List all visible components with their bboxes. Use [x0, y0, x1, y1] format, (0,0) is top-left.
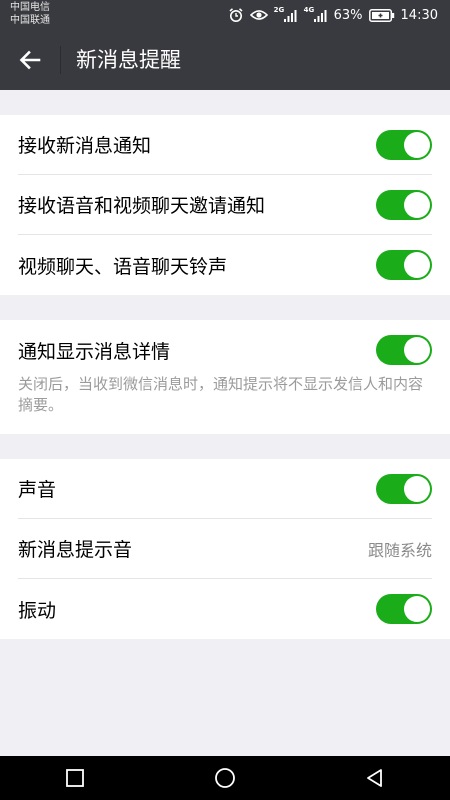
status-bar: 中国电信 中国联通 2G 4G 63% 14:30 — [0, 0, 450, 30]
setting-label: 振动 — [18, 599, 57, 622]
system-nav-bar — [0, 756, 450, 800]
new-message-toggle[interactable] — [376, 129, 432, 160]
carrier-2: 中国联通 — [10, 15, 50, 26]
eye-icon — [249, 8, 268, 22]
setting-label: 接收语音和视频聊天邀请通知 — [18, 195, 266, 217]
circle-icon — [215, 768, 235, 788]
carrier-info: 中国电信 中国联通 — [10, 1, 50, 27]
setting-row-call-invite: 接收语音和视频聊天邀请通知 — [18, 175, 432, 235]
setting-row-ringtone: 视频聊天、语音聊天铃声 — [18, 235, 432, 295]
setting-label: 通知显示消息详情 — [18, 340, 171, 363]
setting-label: 接收新消息通知 — [18, 135, 152, 157]
battery-icon — [368, 8, 395, 22]
setting-label: 视频聊天、语音聊天铃声 — [18, 255, 228, 278]
setting-row-sound: 声音 — [18, 459, 432, 519]
setting-row-show-details: 通知显示消息详情 — [18, 320, 432, 380]
recent-apps-button[interactable] — [45, 756, 105, 800]
toggle-knob — [404, 596, 430, 622]
setting-row-vibrate: 振动 — [18, 579, 432, 639]
toggle-knob — [404, 131, 430, 158]
square-icon — [66, 769, 84, 787]
show-details-hint: 关闭后，当收到微信消息时，通知提示将不显示发信人和内容摘要。 — [18, 375, 424, 414]
system-back-button[interactable] — [345, 756, 405, 800]
title-divider — [60, 46, 61, 74]
vibrate-toggle[interactable] — [376, 594, 432, 624]
notification-group: 接收新消息通知 接收语音和视频聊天邀请通知 视频聊天、语音聊天铃声 — [0, 115, 450, 295]
setting-label: 声音 — [18, 479, 57, 501]
clock: 14:30 — [400, 7, 438, 23]
setting-label: 新消息提示音 — [18, 539, 133, 561]
sound-group: 声音 新消息提示音 跟随系统 振动 — [0, 459, 450, 639]
battery-percent: 63% — [333, 7, 363, 23]
network-type-1: 2G — [273, 6, 285, 14]
alarm-icon — [228, 7, 244, 23]
setting-row-new-message: 接收新消息通知 — [18, 115, 432, 175]
sound-toggle[interactable] — [376, 473, 432, 504]
status-icons: 2G 4G 63% 14:30 — [228, 0, 438, 30]
back-button[interactable] — [8, 38, 52, 82]
message-tone-value: 跟随系统 — [367, 540, 432, 560]
ringtone-toggle[interactable] — [376, 250, 432, 280]
network-type-2: 4G — [303, 6, 315, 14]
toggle-knob — [404, 252, 430, 278]
carrier-1: 中国电信 — [10, 2, 50, 13]
page-title: 新消息提醒 — [76, 48, 181, 72]
triangle-back-icon — [367, 769, 382, 787]
app-bar: 新消息提醒 — [0, 30, 450, 90]
preview-group: 通知显示消息详情 关闭后，当收到微信消息时，通知提示将不显示发信人和内容摘要。 — [0, 320, 450, 434]
show-details-toggle[interactable] — [376, 335, 432, 365]
toggle-knob — [404, 191, 430, 218]
back-arrow-icon — [19, 50, 41, 70]
call-invite-toggle[interactable] — [376, 189, 432, 220]
setting-row-message-tone[interactable]: 新消息提示音 跟随系统 — [18, 519, 432, 579]
toggle-knob — [404, 337, 430, 363]
toggle-knob — [404, 475, 430, 502]
signal-strength-icon-2: 4G — [303, 6, 328, 22]
home-button[interactable] — [195, 756, 255, 800]
signal-strength-icon-1: 2G — [273, 6, 298, 22]
